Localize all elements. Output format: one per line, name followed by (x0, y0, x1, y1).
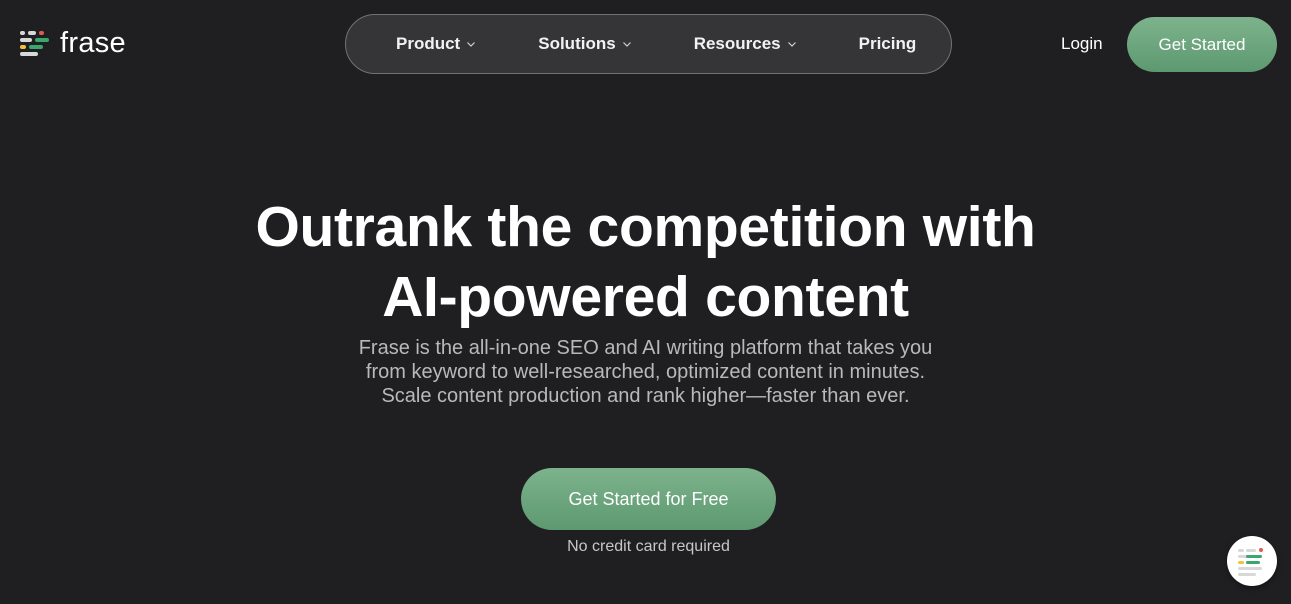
chevron-down-icon (787, 42, 796, 47)
hero-title: Outrank the competition with AI-powered … (0, 192, 1291, 332)
nav-item-resources[interactable]: Resources (694, 34, 797, 54)
brand-name: frase (60, 26, 126, 59)
nav-item-label: Product (396, 34, 461, 53)
nav-item-solutions[interactable]: Solutions (538, 34, 631, 54)
chat-widget-button[interactable] (1227, 536, 1277, 586)
nav-item-label: Solutions (538, 34, 616, 53)
hero-subtitle-line-2: from keyword to well-researched, optimiz… (365, 361, 926, 383)
hero-title-line-1: Outrank the competition with (255, 195, 1036, 259)
landing-page: frase Product Solutions Resources Pricin… (0, 0, 1291, 604)
get-started-button[interactable]: Get Started (1127, 17, 1277, 72)
brand-logo[interactable]: frase (20, 27, 126, 61)
login-link[interactable]: Login (1061, 34, 1103, 54)
no-credit-card-note: No credit card required (567, 538, 730, 555)
frase-logo-icon (20, 31, 49, 56)
nav-item-label: Pricing (858, 34, 917, 53)
main-nav: Product Solutions Resources Pricing (345, 14, 952, 74)
nav-item-product[interactable]: Product (396, 34, 476, 54)
nav-item-pricing[interactable]: Pricing (859, 34, 917, 54)
frase-chat-icon (1238, 548, 1263, 576)
chevron-down-icon (622, 42, 631, 47)
nav-item-label: Resources (693, 34, 781, 53)
hero-subtitle-line-3: Scale content production and rank higher… (381, 385, 910, 407)
hero-subtitle-line-1: Frase is the all-in-one SEO and AI writi… (358, 337, 933, 359)
get-started-free-button[interactable]: Get Started for Free (521, 468, 776, 530)
hero-subtitle: Frase is the all-in-one SEO and AI writi… (0, 336, 1291, 408)
chevron-down-icon (467, 42, 476, 47)
hero-title-line-2: AI-powered content (382, 265, 909, 329)
